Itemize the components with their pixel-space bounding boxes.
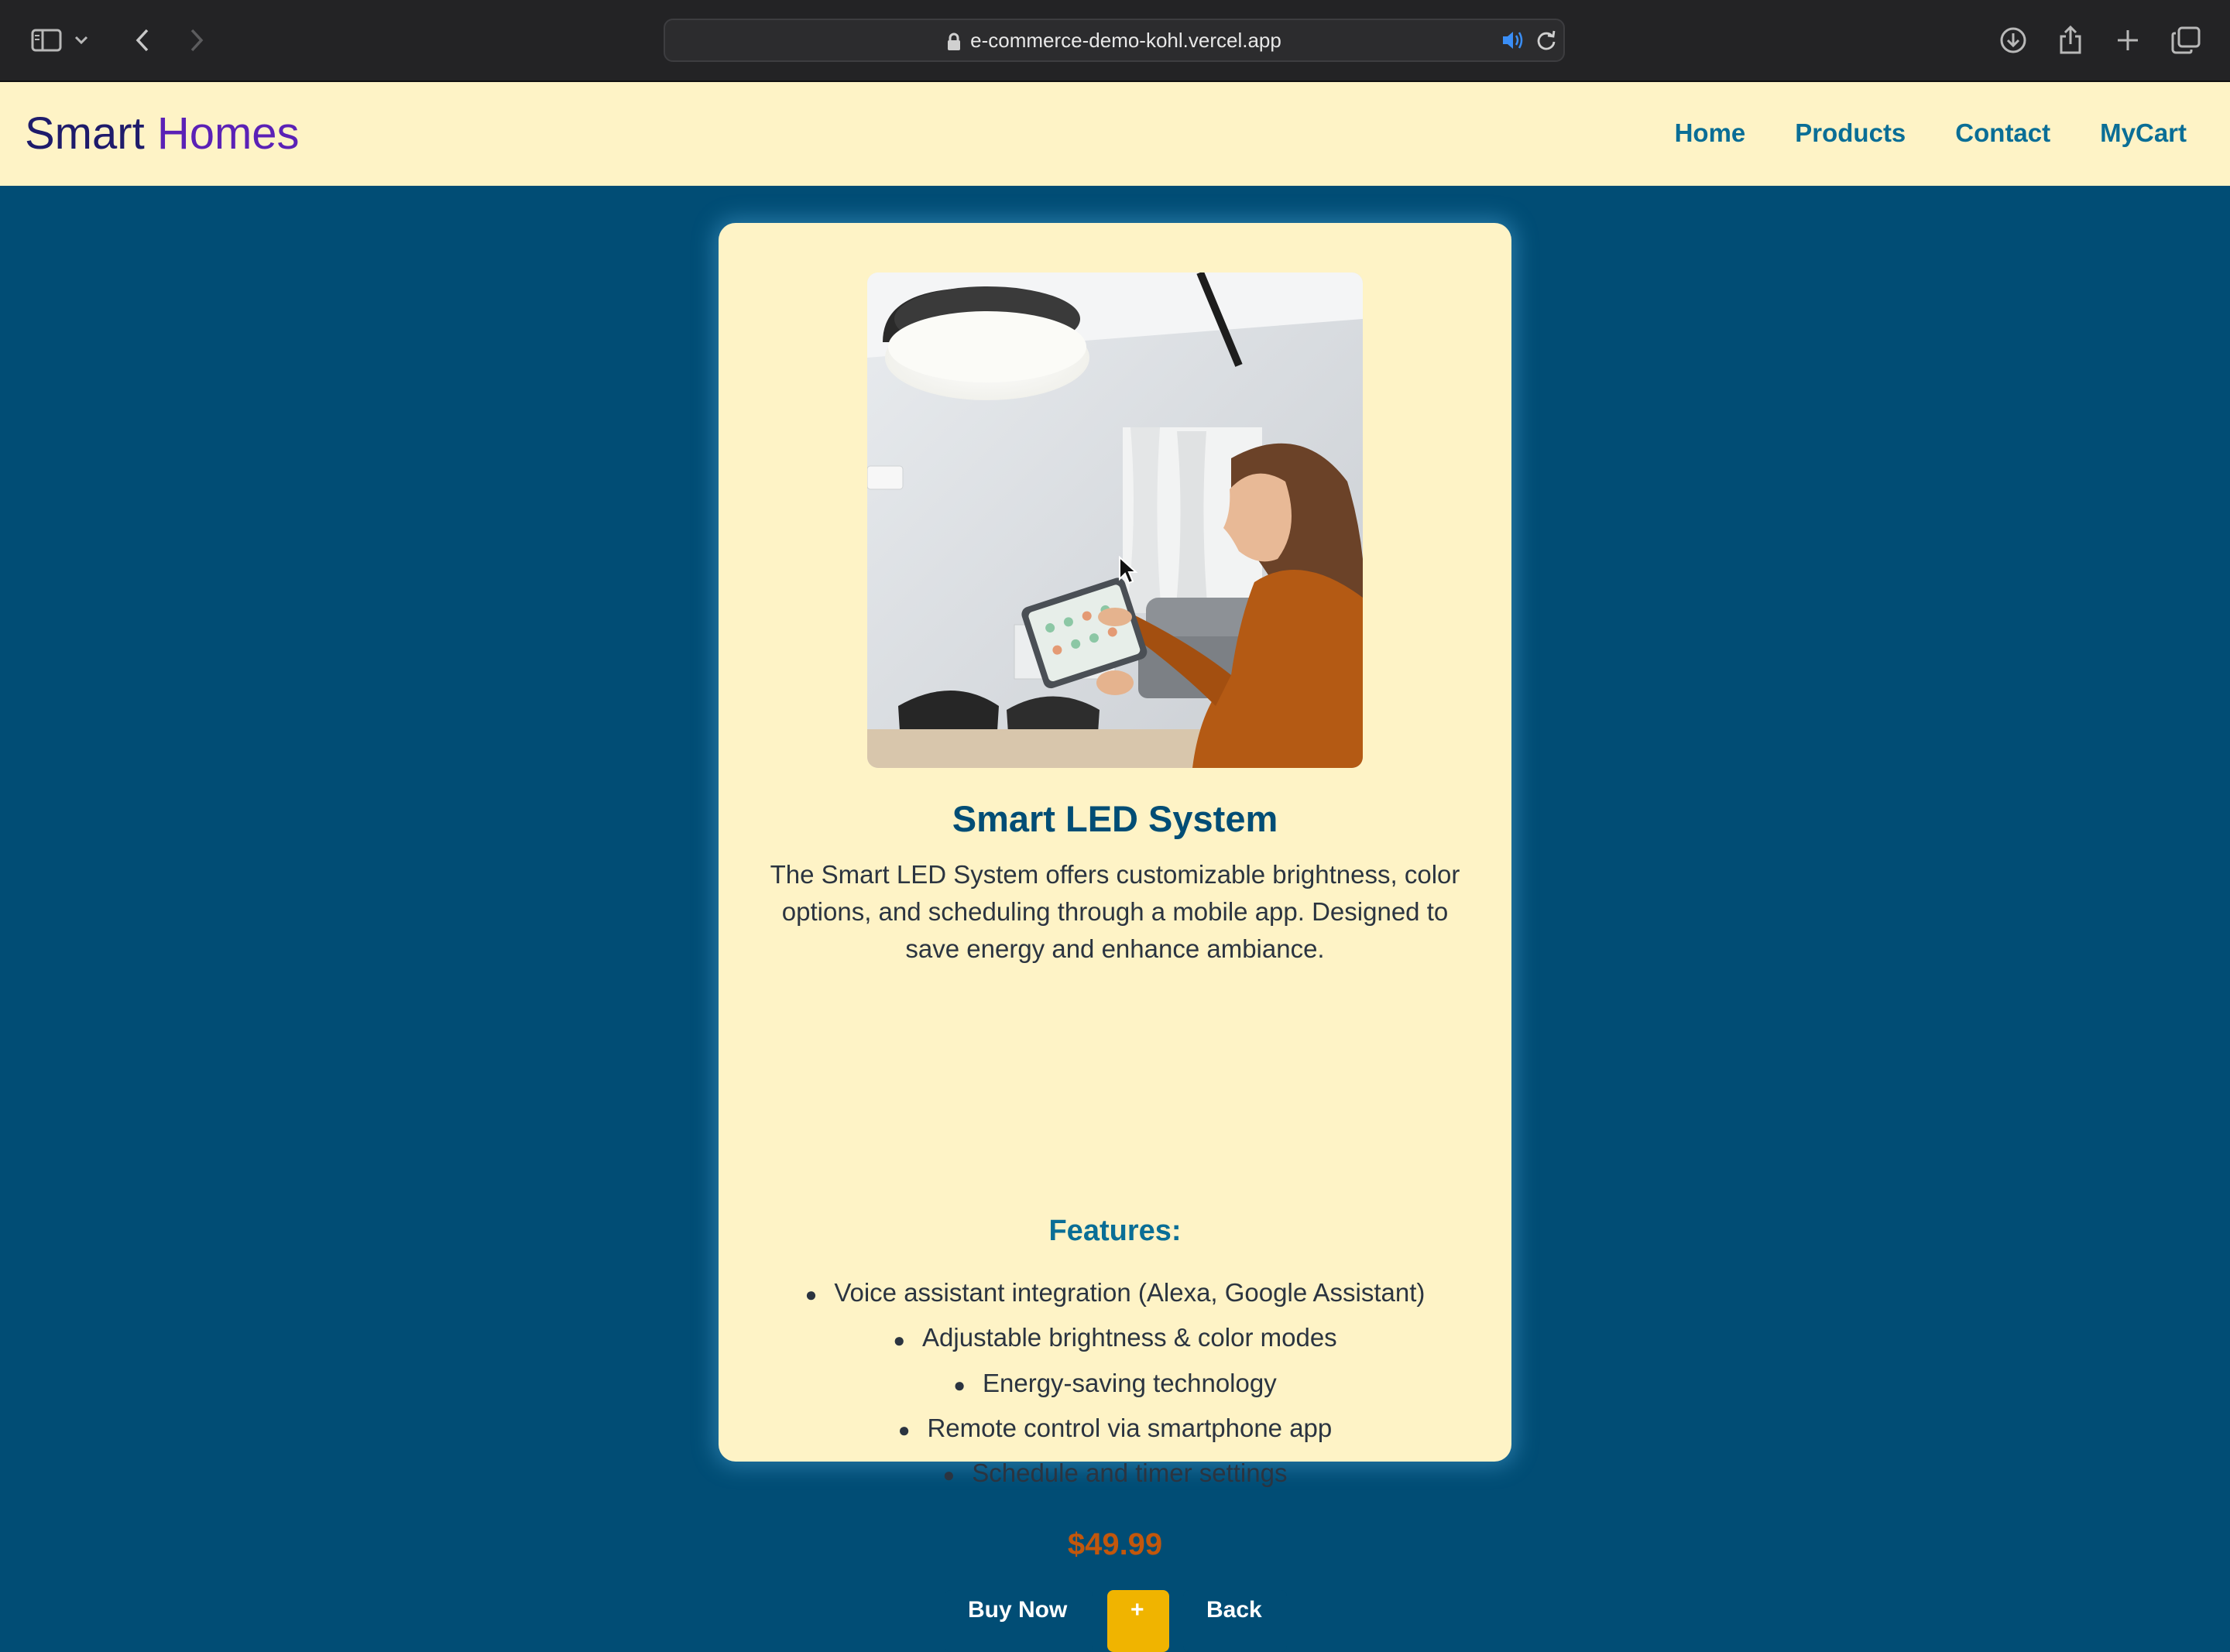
site-header: Smart Homes Home Products Contact MyCart (0, 82, 2230, 186)
tabs-overview-icon[interactable] (2166, 20, 2206, 60)
back-icon[interactable] (122, 20, 163, 60)
nav-home[interactable]: Home (1675, 118, 1746, 149)
feature-item: ● Remote control via smartphone app (897, 1413, 1333, 1442)
forward-icon[interactable] (177, 20, 217, 60)
product-title: Smart LED System (952, 798, 1278, 839)
chevron-down-icon[interactable] (70, 20, 93, 60)
share-icon[interactable] (2050, 20, 2091, 60)
brand-word-smart: Smart (25, 108, 145, 159)
product-description: The Smart LED System offers customizable… (770, 860, 1460, 963)
mouse-cursor-icon (1118, 555, 1138, 589)
feature-item: ● Voice assistant integration (Alexa, Goo… (805, 1278, 1425, 1307)
add-quantity-button[interactable]: + (1107, 1590, 1169, 1652)
product-image (867, 272, 1363, 768)
product-price: $49.99 (1067, 1527, 1163, 1561)
audio-icon[interactable] (1501, 29, 1525, 51)
url-text: e-commerce-demo-kohl.vercel.app (970, 29, 1281, 52)
back-button[interactable]: Back (1183, 1590, 1287, 1652)
feature-item: ● Energy-saving technology (953, 1368, 1277, 1397)
buy-now-button[interactable]: Buy Now (945, 1590, 1093, 1652)
lock-icon (947, 33, 961, 51)
brand-logo[interactable]: Smart Homes (25, 107, 300, 161)
main-nav: Home Products Contact MyCart (1675, 118, 2187, 149)
download-icon[interactable] (1993, 20, 2033, 60)
features-heading: Features: (1048, 1215, 1182, 1247)
reload-icon[interactable] (1535, 29, 1557, 51)
new-tab-icon[interactable] (2108, 20, 2148, 60)
feature-item: ● Adjustable brightness & color modes (893, 1323, 1337, 1352)
sidebar-icon[interactable] (26, 20, 67, 60)
nav-mycart[interactable]: MyCart (2100, 118, 2187, 149)
nav-products[interactable]: Products (1795, 118, 1906, 149)
product-actions: Buy Now + Back (945, 1590, 1287, 1652)
brand-word-homes: Homes (156, 108, 300, 159)
browser-toolbar: e-commerce-demo-kohl.vercel.app (0, 0, 2230, 82)
address-bar[interactable]: e-commerce-demo-kohl.vercel.app (664, 19, 1565, 62)
features-list: ● Voice assistant integration (Alexa, Goo… (719, 1271, 1511, 1496)
product-card: Smart LED System The Smart LED System of… (719, 223, 1511, 1652)
feature-item: ● Schedule and timer settings (942, 1458, 1288, 1488)
nav-contact[interactable]: Contact (1955, 118, 2050, 149)
